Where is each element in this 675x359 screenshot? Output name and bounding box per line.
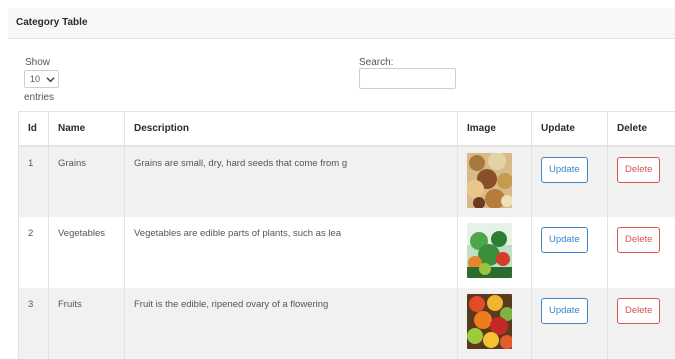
vegetables-thumbnail-image: [467, 223, 512, 278]
card-header: Category Table: [8, 8, 675, 39]
update-button[interactable]: Update: [541, 227, 588, 253]
column-header-name[interactable]: Name: [49, 112, 125, 146]
table-row: 2 Vegetables Vegetables are edible parts…: [19, 217, 675, 288]
cell-image: [458, 217, 532, 288]
column-header-image[interactable]: Image: [458, 112, 532, 146]
cell-description: Grains are small, dry, hard seeds that c…: [125, 146, 458, 217]
table-header-row: Id Name Description Image Update Delete: [19, 112, 675, 146]
entries-selected-value: 10: [30, 74, 40, 84]
cell-id: 3: [19, 288, 49, 359]
cell-description: Fruit is the edible, ripened ovary of a …: [125, 288, 458, 359]
cell-name: Vegetables: [49, 217, 125, 288]
cell-delete: Delete: [608, 217, 675, 288]
cell-name: Fruits: [49, 288, 125, 359]
search-input[interactable]: [359, 68, 456, 89]
search-label: Search:: [359, 57, 393, 68]
delete-button[interactable]: Delete: [617, 298, 660, 324]
fruits-thumbnail-image: [467, 294, 512, 349]
cell-update: Update: [532, 217, 608, 288]
table-row: 1 Grains Grains are small, dry, hard see…: [19, 146, 675, 217]
cell-image: [458, 146, 532, 217]
cell-update: Update: [532, 288, 608, 359]
show-label: Show: [25, 57, 50, 68]
update-button[interactable]: Update: [541, 298, 588, 324]
entries-per-page-select[interactable]: 10: [24, 70, 59, 88]
update-button[interactable]: Update: [541, 157, 588, 183]
category-table: Id Name Description Image Update Delete …: [18, 111, 675, 359]
entries-label: entries: [24, 92, 54, 103]
cell-delete: Delete: [608, 146, 675, 217]
category-card: Category Table Show 10 entries Search: I…: [8, 8, 675, 349]
column-header-delete[interactable]: Delete: [608, 112, 675, 146]
grains-thumbnail-image: [467, 153, 512, 208]
column-header-description[interactable]: Description: [125, 112, 458, 146]
delete-button[interactable]: Delete: [617, 157, 660, 183]
cell-name: Grains: [49, 146, 125, 217]
cell-update: Update: [532, 146, 608, 217]
delete-button[interactable]: Delete: [617, 227, 660, 253]
table-row: 3 Fruits Fruit is the edible, ripened ov…: [19, 288, 675, 359]
cell-id: 2: [19, 217, 49, 288]
cell-description: Vegetables are edible parts of plants, s…: [125, 217, 458, 288]
chevron-down-icon: [46, 76, 55, 83]
cell-image: [458, 288, 532, 359]
column-header-update[interactable]: Update: [532, 112, 608, 146]
cell-id: 1: [19, 146, 49, 217]
cell-delete: Delete: [608, 288, 675, 359]
card-title: Category Table: [16, 17, 88, 28]
column-header-id[interactable]: Id: [19, 112, 49, 146]
